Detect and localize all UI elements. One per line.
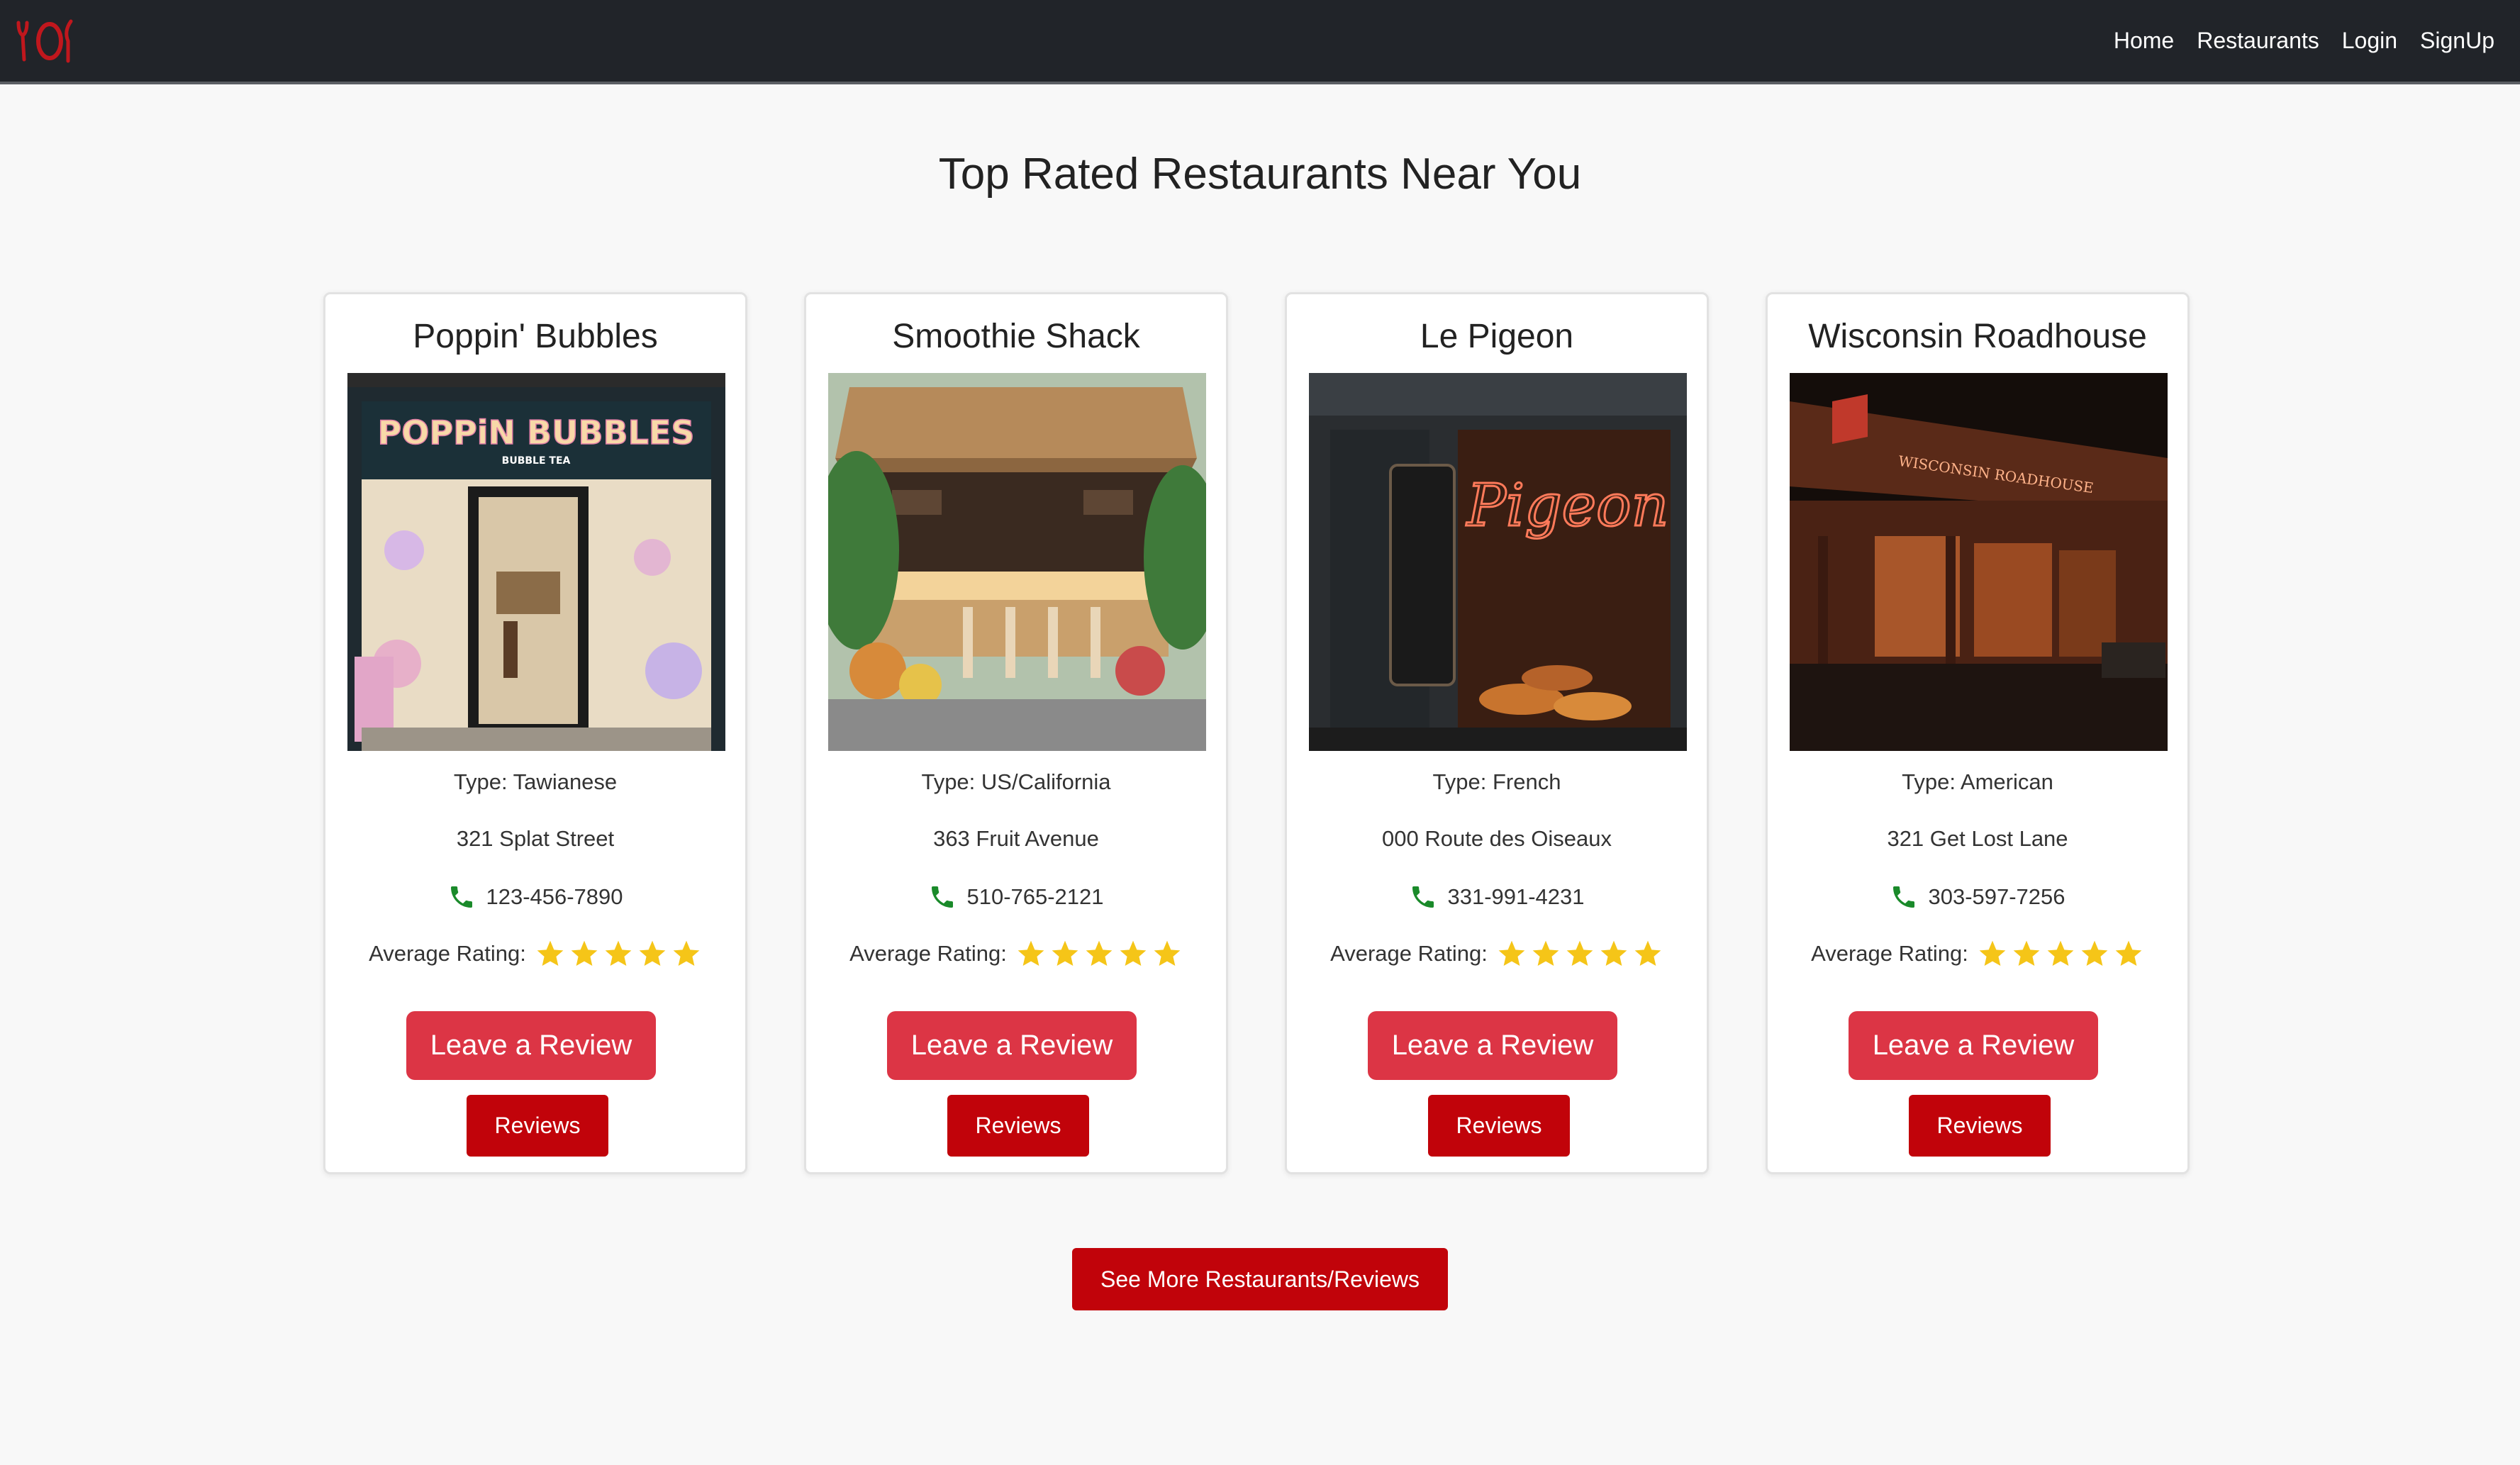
restaurant-phone: 123-456-7890 bbox=[486, 884, 623, 909]
nav-link-login[interactable]: Login bbox=[2342, 28, 2397, 54]
restaurant-card: Le Pigeon Pigeon Type: French 000 Route … bbox=[1285, 292, 1709, 1174]
star-icon bbox=[1634, 940, 1661, 967]
restaurant-name: Wisconsin Roadhouse bbox=[1808, 318, 2147, 355]
star-icon bbox=[2115, 940, 2142, 967]
star-icon bbox=[639, 940, 666, 967]
phone-row: 331-991-4231 bbox=[1287, 883, 1707, 911]
phone-row: 123-456-7890 bbox=[325, 883, 745, 911]
restaurant-phone: 510-765-2121 bbox=[966, 884, 1104, 909]
restaurant-card: Smoothie Shack Type: US/California 363 F… bbox=[804, 292, 1228, 1174]
restaurant-type: Type: US/California bbox=[921, 769, 1111, 794]
leave-review-button[interactable]: Leave a Review bbox=[1368, 1011, 1617, 1080]
phone-icon bbox=[451, 886, 473, 908]
restaurant-type: Type: American bbox=[1902, 769, 2053, 794]
restaurant-type: Type: Tawianese bbox=[453, 769, 618, 794]
rating-label: Average Rating: bbox=[849, 941, 1007, 966]
star-icon bbox=[673, 940, 700, 967]
rating-row: Average Rating: bbox=[806, 938, 1226, 969]
restaurant-card: Poppin' Bubbles POPPiN BUBBLES BUBBLE TE… bbox=[323, 292, 747, 1174]
star-icon bbox=[2047, 940, 2074, 967]
star-icon bbox=[1498, 940, 1525, 967]
star-icon bbox=[1154, 940, 1181, 967]
reviews-button[interactable]: Reviews bbox=[1909, 1095, 2051, 1157]
nav-link-signup[interactable]: SignUp bbox=[2420, 28, 2494, 54]
sign-subtext: BUBBLE TEA bbox=[502, 455, 571, 467]
restaurant-name: Poppin' Bubbles bbox=[413, 318, 658, 355]
sign-text: Pigeon bbox=[1466, 472, 1669, 540]
restaurant-phone: 331-991-4231 bbox=[1447, 884, 1585, 909]
restaurant-cards: Poppin' Bubbles POPPiN BUBBLES BUBBLE TE… bbox=[323, 292, 2190, 1174]
star-icon bbox=[1979, 940, 2006, 967]
phone-icon bbox=[1412, 886, 1434, 908]
restaurant-image: WISCONSIN ROADHOUSE bbox=[1790, 373, 2168, 751]
rating-row: Average Rating: bbox=[1768, 938, 2187, 969]
rating-stars bbox=[535, 938, 702, 969]
star-icon bbox=[1120, 940, 1147, 967]
restaurant-address: 000 Route des Oiseaux bbox=[1382, 826, 1612, 851]
restaurant-address: 321 Splat Street bbox=[456, 826, 615, 851]
reviews-button[interactable]: Reviews bbox=[467, 1095, 608, 1157]
navbar: Home Restaurants Login SignUp bbox=[0, 0, 2520, 84]
restaurant-name: Smoothie Shack bbox=[892, 318, 1140, 355]
phone-icon bbox=[1893, 886, 1915, 908]
restaurant-image: Pigeon bbox=[1309, 373, 1687, 751]
reviews-button[interactable]: Reviews bbox=[947, 1095, 1089, 1157]
rating-label: Average Rating: bbox=[1330, 941, 1488, 966]
rating-row: Average Rating: bbox=[1287, 938, 1707, 969]
phone-icon bbox=[932, 886, 954, 908]
restaurant-image: POPPiN BUBBLES BUBBLE TEA bbox=[347, 373, 725, 751]
reviews-button[interactable]: Reviews bbox=[1428, 1095, 1570, 1157]
rating-label: Average Rating: bbox=[369, 941, 526, 966]
restaurant-phone: 303-597-7256 bbox=[1928, 884, 2065, 909]
nav-link-restaurants[interactable]: Restaurants bbox=[2197, 28, 2319, 54]
restaurant-image bbox=[828, 373, 1206, 751]
nav-links: Home Restaurants Login SignUp bbox=[2114, 0, 2494, 82]
star-icon bbox=[1086, 940, 1113, 967]
sign-text: POPPiN BUBBLES bbox=[378, 413, 695, 452]
star-icon bbox=[1600, 940, 1627, 967]
star-icon bbox=[1052, 940, 1078, 967]
rating-stars bbox=[1015, 938, 1183, 969]
restaurant-card: Wisconsin Roadhouse WISCONSIN ROADHOUSE … bbox=[1766, 292, 2190, 1174]
leave-review-button[interactable]: Leave a Review bbox=[406, 1011, 656, 1080]
star-icon bbox=[571, 940, 598, 967]
star-icon bbox=[605, 940, 632, 967]
phone-row: 303-597-7256 bbox=[1768, 883, 2187, 911]
page-title: Top Rated Restaurants Near You bbox=[938, 150, 1582, 199]
star-icon bbox=[1532, 940, 1559, 967]
star-icon bbox=[1566, 940, 1593, 967]
nav-link-home[interactable]: Home bbox=[2114, 28, 2174, 54]
restaurant-name: Le Pigeon bbox=[1420, 318, 1574, 355]
rating-row: Average Rating: bbox=[325, 938, 745, 969]
logo-icon[interactable] bbox=[14, 17, 77, 65]
star-icon bbox=[2013, 940, 2040, 967]
restaurant-type: Type: French bbox=[1432, 769, 1561, 794]
leave-review-button[interactable]: Leave a Review bbox=[887, 1011, 1137, 1080]
star-icon bbox=[537, 940, 564, 967]
leave-review-button[interactable]: Leave a Review bbox=[1849, 1011, 2098, 1080]
restaurant-address: 363 Fruit Avenue bbox=[933, 826, 1099, 851]
star-icon bbox=[2081, 940, 2108, 967]
star-icon bbox=[1018, 940, 1044, 967]
restaurant-address: 321 Get Lost Lane bbox=[1887, 826, 2068, 851]
rating-stars bbox=[1496, 938, 1663, 969]
phone-row: 510-765-2121 bbox=[806, 883, 1226, 911]
rating-label: Average Rating: bbox=[1811, 941, 1968, 966]
see-more-button[interactable]: See More Restaurants/Reviews bbox=[1072, 1248, 1448, 1310]
rating-stars bbox=[1977, 938, 2144, 969]
